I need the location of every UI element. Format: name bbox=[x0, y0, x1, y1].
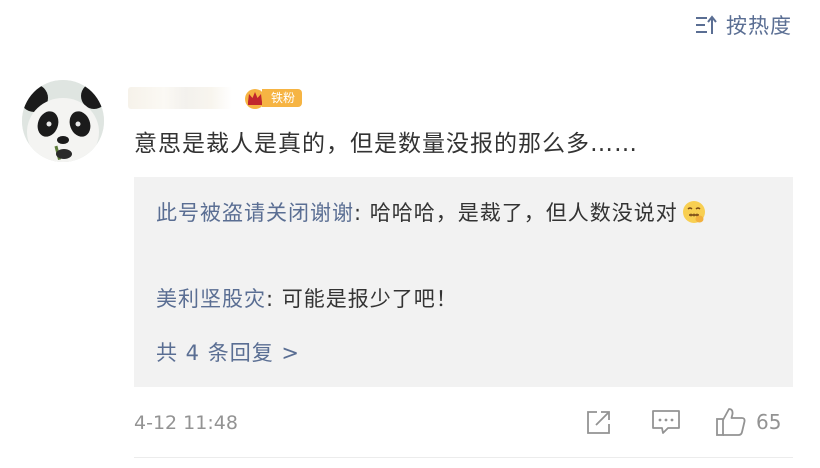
comment-timestamp: 4-12 11:48 bbox=[134, 412, 238, 434]
reply-box[interactable]: 此号被盗请关闭谢谢: 哈哈哈，是裁了，但人数没说对 美利坚股灾: 可能是报少了吧… bbox=[134, 177, 793, 387]
zipper-mouth-emoji bbox=[682, 201, 705, 223]
fan-badge-label: 铁粉 bbox=[262, 89, 303, 107]
sort-by-hot-button[interactable]: 按热度 bbox=[694, 8, 792, 42]
more-replies-link[interactable]: 共 4 条回复 > bbox=[156, 335, 300, 371]
panda-avatar bbox=[22, 80, 104, 162]
comment-button[interactable] bbox=[650, 404, 682, 440]
comment-header: 铁粉 bbox=[128, 84, 303, 112]
thumbs-up-icon bbox=[716, 408, 746, 436]
reply-item: 美利坚股灾: 可能是报少了吧！ bbox=[156, 281, 458, 317]
reply-author[interactable]: 此号被盗请关闭谢谢 bbox=[156, 201, 354, 225]
sort-label: 按热度 bbox=[726, 14, 792, 38]
reply-text: 可能是报少了吧！ bbox=[281, 287, 458, 311]
share-button[interactable] bbox=[584, 404, 614, 440]
share-icon bbox=[587, 411, 610, 434]
avatar[interactable] bbox=[22, 80, 104, 162]
username[interactable] bbox=[128, 87, 232, 109]
comment-icon bbox=[652, 410, 680, 434]
reply-item: 此号被盗请关闭谢谢: 哈哈哈，是裁了，但人数没说对 bbox=[156, 195, 774, 231]
like-count: 65 bbox=[756, 410, 782, 434]
crown-icon bbox=[245, 89, 265, 109]
reply-separator: : bbox=[266, 287, 282, 311]
comment-text: 意思是裁人是真的，但是数量没报的那么多…… bbox=[134, 131, 638, 157]
reply-separator: : bbox=[354, 201, 370, 225]
reply-text: 哈哈哈，是裁了，但人数没说对 bbox=[369, 201, 678, 225]
like-button[interactable]: 65 bbox=[714, 404, 781, 440]
fan-badge[interactable]: 铁粉 bbox=[242, 87, 303, 109]
divider bbox=[134, 457, 793, 458]
reply-author[interactable]: 美利坚股灾 bbox=[156, 287, 266, 311]
sort-icon bbox=[696, 15, 717, 34]
